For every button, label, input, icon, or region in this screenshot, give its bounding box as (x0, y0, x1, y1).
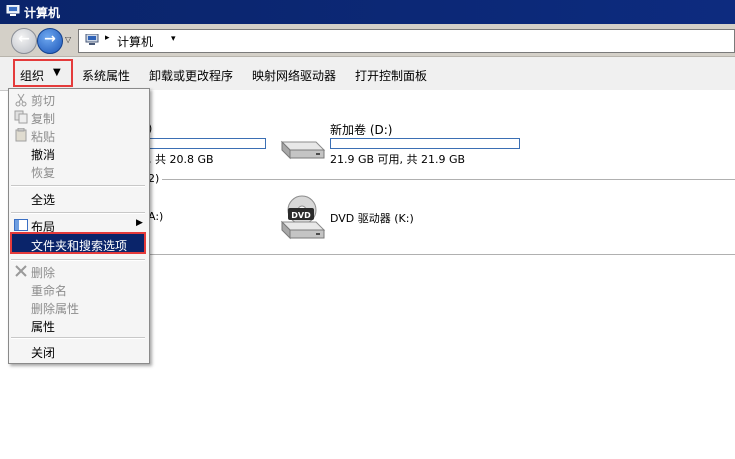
computer-icon (6, 5, 20, 16)
c-drive-space-text: , 共 20.8 GB (148, 153, 214, 166)
navigation-bar: ← → ▽ ▸ 计算机 ▾ (0, 24, 735, 57)
paste-icon (15, 128, 27, 142)
chevron-down-icon: ▼ (53, 67, 61, 78)
hard-drive-icon (280, 140, 326, 160)
breadcrumb-chevron-icon[interactable]: ▸ (105, 33, 110, 43)
history-dropdown-icon[interactable]: ▽ (65, 35, 71, 44)
d-drive-usage-bar (330, 138, 520, 149)
menu-separator (11, 185, 145, 187)
window-title: 计算机 (24, 6, 61, 20)
menu-item-properties[interactable]: 属性 (31, 318, 55, 335)
copy-icon (14, 110, 28, 124)
title-bar: 计算机 (0, 0, 735, 24)
drive-list: ) , 共 20.8 GB 新加卷 (D:) 21.9 GB 可用, 共 21.… (148, 90, 735, 459)
menu-item-delete[interactable]: 删除 (31, 264, 55, 281)
menu-item-select-all[interactable]: 全选 (31, 191, 55, 208)
menu-item-close[interactable]: 关闭 (31, 344, 55, 361)
organize-menu: 剪切 复制 粘贴 撤消 恢复 全选 布局 ▶ 文件夹和搜索选项 删除 重命名 删… (8, 88, 150, 364)
menu-item-cut[interactable]: 剪切 (31, 92, 55, 109)
submenu-arrow-icon: ▶ (136, 218, 143, 228)
menu-separator (11, 212, 145, 214)
breadcrumb-dropdown-icon[interactable]: ▾ (171, 34, 176, 44)
computer-icon (85, 34, 99, 45)
menu-separator (11, 259, 145, 261)
section-divider (148, 254, 735, 255)
uninstall-program-button[interactable]: 卸载或更改程序 (149, 67, 233, 84)
layout-icon (14, 219, 28, 231)
forward-button[interactable]: → (37, 28, 63, 54)
menu-item-redo[interactable]: 恢复 (31, 164, 55, 181)
section-divider (164, 179, 735, 180)
system-properties-button[interactable]: 系统属性 (82, 67, 130, 84)
address-field[interactable]: ▸ 计算机 ▾ (78, 29, 735, 53)
d-drive-space-text: 21.9 GB 可用, 共 21.9 GB (330, 153, 466, 166)
menu-item-rename[interactable]: 重命名 (31, 282, 67, 299)
delete-x-icon (15, 265, 27, 277)
back-button[interactable]: ← (11, 28, 37, 54)
scissors-icon (15, 93, 27, 107)
open-control-panel-button[interactable]: 打开控制面板 (355, 67, 427, 84)
map-network-drive-button[interactable]: 映射网络驱动器 (252, 67, 336, 84)
forward-arrow-icon: → (44, 31, 56, 47)
organize-button[interactable]: 组织 ▼ (13, 59, 73, 87)
dvd-drive-icon: DVD (280, 195, 326, 240)
dvd-label: DVD (291, 211, 311, 220)
back-arrow-icon: ← (18, 31, 30, 47)
d-drive-name: 新加卷 (D:) (330, 123, 393, 137)
dvd-drive-name[interactable]: DVD 驱动器 (K:) (330, 210, 414, 226)
menu-item-copy[interactable]: 复制 (31, 110, 55, 127)
organize-label: 组织 (20, 69, 45, 83)
a-drive-name-fragment: A:) (148, 210, 164, 223)
folder-options-label: 文件夹和搜索选项 (31, 239, 128, 253)
menu-separator (11, 337, 145, 339)
command-bar: 组织 ▼ 系统属性 卸载或更改程序 映射网络驱动器 打开控制面板 (0, 57, 735, 91)
menu-item-folder-options[interactable]: 文件夹和搜索选项 (10, 232, 146, 254)
menu-item-paste[interactable]: 粘贴 (31, 128, 55, 145)
menu-item-remove-properties[interactable]: 删除属性 (31, 300, 79, 317)
c-drive-usage-bar (148, 138, 266, 149)
breadcrumb-computer[interactable]: 计算机 (117, 33, 153, 50)
menu-item-undo[interactable]: 撤消 (31, 146, 55, 163)
